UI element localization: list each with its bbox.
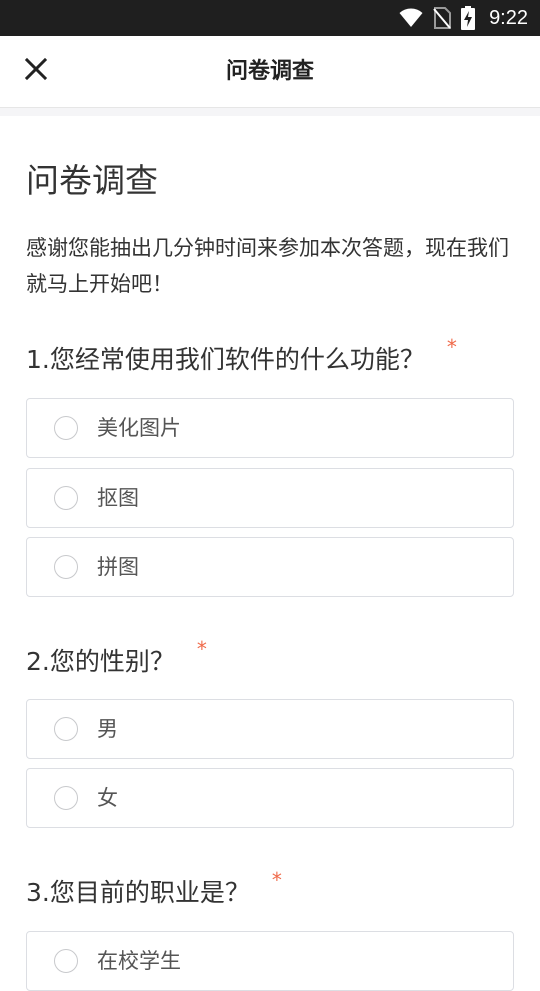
radio-button[interactable] bbox=[54, 949, 78, 973]
required-mark: * bbox=[446, 335, 457, 359]
radio-button[interactable] bbox=[54, 416, 78, 440]
app-bar-title: 问卷调查 bbox=[225, 59, 314, 84]
option-label: 拼图 bbox=[97, 555, 139, 579]
radio-button[interactable] bbox=[54, 486, 78, 510]
question-title: 1.您经常使用我们软件的什么功能？ bbox=[26, 345, 425, 374]
radio-button[interactable] bbox=[54, 555, 78, 579]
required-mark: * bbox=[271, 868, 282, 892]
option-q2-1[interactable]: 男 bbox=[26, 699, 514, 759]
option-label: 女 bbox=[97, 786, 118, 810]
option-q1-3[interactable]: 拼图 bbox=[26, 537, 514, 597]
question-title: 3.您目前的职业是？ bbox=[26, 878, 250, 907]
survey-title: 问卷调查 bbox=[26, 161, 158, 200]
question-3: 3.您目前的职业是？ * bbox=[26, 868, 282, 909]
option-q2-2[interactable]: 女 bbox=[26, 768, 514, 828]
required-mark: * bbox=[196, 637, 207, 661]
option-label: 抠图 bbox=[97, 486, 139, 510]
option-label: 美化图片 bbox=[97, 416, 181, 440]
option-q1-2[interactable]: 抠图 bbox=[26, 468, 514, 528]
question-2: 2.您的性别？ * bbox=[26, 637, 207, 678]
option-q3-1[interactable]: 在校学生 bbox=[26, 931, 514, 991]
status-bar: 9:22 bbox=[0, 0, 540, 36]
survey-description: 感谢您能抽出几分钟时间来参加本次答题，现在我们就马上开始吧！ bbox=[26, 236, 509, 296]
radio-button[interactable] bbox=[54, 717, 78, 741]
option-label: 男 bbox=[97, 717, 118, 741]
question-title: 2.您的性别？ bbox=[26, 647, 175, 676]
section-divider bbox=[0, 108, 540, 116]
option-label: 在校学生 bbox=[97, 949, 181, 973]
battery-charging-icon bbox=[461, 6, 476, 30]
no-sim-icon bbox=[433, 7, 452, 29]
radio-button[interactable] bbox=[54, 786, 78, 810]
app-bar: 问卷调查 bbox=[0, 36, 540, 108]
status-time: 9:22 bbox=[489, 6, 528, 29]
option-q1-1[interactable]: 美化图片 bbox=[26, 398, 514, 458]
wifi-icon bbox=[399, 8, 423, 28]
question-1: 1.您经常使用我们软件的什么功能？ * bbox=[26, 335, 457, 376]
